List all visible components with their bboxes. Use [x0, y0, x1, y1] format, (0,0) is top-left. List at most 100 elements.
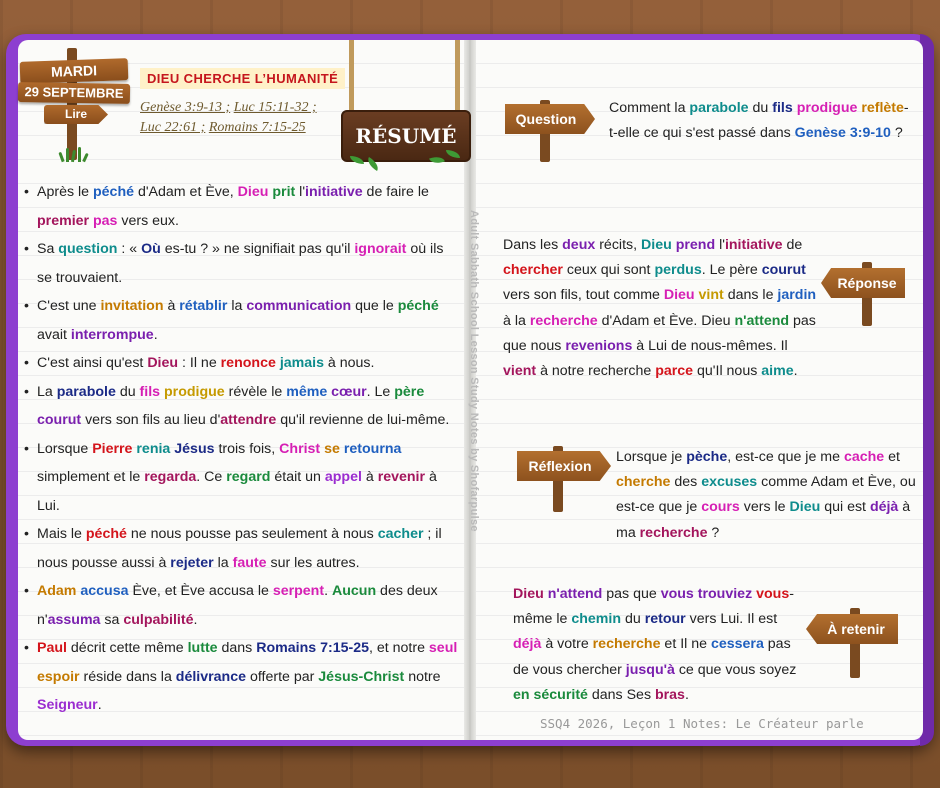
text-run: ? [707, 524, 720, 541]
answer-sign: Réponse [821, 268, 905, 298]
reference-link[interactable]: Luc 15:11-32 ; [234, 100, 317, 115]
highlighted-word: deux [562, 237, 596, 253]
highlighted-word: courut [37, 412, 82, 428]
highlighted-word: premier [37, 212, 90, 229]
text-run: vers le [739, 499, 790, 516]
highlighted-word: appel [324, 469, 362, 485]
day-label: MARDI [19, 58, 129, 84]
text-run: qui est [820, 499, 870, 516]
summary-bullet: Adam accusa Ève, et Ève accusa le serpen… [22, 577, 462, 634]
highlighted-word: culpabilité [123, 611, 194, 628]
text-run: . [324, 583, 332, 599]
highlighted-word: Où [141, 241, 161, 257]
text-run: . Le père [701, 262, 762, 279]
highlighted-word: interrompue [70, 326, 154, 343]
highlighted-word: communication [246, 298, 352, 314]
summary-bullet: C'est une invitation à rétablir la commu… [22, 292, 462, 349]
text-run: que le [351, 298, 398, 314]
text-run: Comment la [609, 100, 690, 116]
text-run: Sa [37, 241, 59, 257]
read-label: Lire [44, 105, 108, 124]
highlighted-word: vient [503, 363, 537, 380]
text-run: à la [503, 312, 530, 329]
summary-bullet: Lorsque Pierre renia Jésus trois fois, C… [22, 435, 462, 521]
text-run: et Il ne [660, 636, 711, 653]
highlighted-word: renia [136, 440, 171, 457]
text-run: à [361, 469, 378, 485]
text-run: à nous. [323, 355, 375, 371]
text-run: ceux qui sont [562, 262, 655, 279]
summary-bullet: Mais le péché ne nous pousse pas seuleme… [22, 520, 462, 577]
text-run: vers Lui. Il est [685, 611, 778, 628]
reference-link[interactable]: Genèse 3:9-13 ; [140, 100, 230, 115]
highlighted-word: fils [139, 383, 161, 400]
highlighted-word: recherche [529, 312, 598, 329]
text-run: sur les autres. [266, 554, 360, 571]
highlighted-word: retour [644, 611, 686, 628]
text-run: vers son fils au lieu d' [81, 412, 221, 428]
text-run: pas que [602, 586, 661, 602]
text-run: du [621, 611, 645, 628]
text-run: à Lui de nous-mêmes. Il [632, 337, 788, 354]
highlighted-word: Aucun [331, 583, 377, 599]
highlighted-word: attendre [220, 412, 277, 428]
highlighted-word: chercher [503, 262, 563, 279]
highlighted-word: Genèse 3:9-10 [794, 125, 891, 142]
text-run: et [884, 449, 900, 465]
highlighted-word: péché [397, 298, 439, 314]
highlighted-word: accusa [80, 583, 129, 599]
highlighted-word: cours [701, 499, 740, 516]
text-run: à [163, 298, 180, 314]
highlighted-word: renonce [220, 355, 276, 371]
text-run: dans [217, 640, 257, 656]
highlighted-word: pèche [686, 449, 728, 465]
text-run: était un [270, 469, 325, 485]
highlighted-word: péché [93, 184, 135, 200]
highlighted-word: délivrance [175, 668, 246, 685]
highlighted-word: recherche [639, 524, 708, 541]
text-run: . Le [366, 383, 395, 400]
text-run: l' [295, 184, 306, 200]
lesson-title: DIEU CHERCHE L’HUMANITÉ [140, 68, 346, 89]
highlighted-word: même [286, 383, 328, 400]
text-run: des [670, 474, 702, 491]
highlighted-word: Romains 7:15-25 [256, 640, 369, 656]
highlighted-word: prodigue [164, 383, 225, 400]
reflection-text: Lorsque je pèche, est-ce que je me cache… [616, 445, 916, 546]
text-run: ce que vous soyez [674, 661, 797, 678]
highlighted-word: courut [761, 262, 806, 279]
answer-text: Dans les deux récits, Dieu prend l'initi… [503, 233, 819, 384]
highlighted-word: sécurité [533, 686, 588, 703]
text-run: Ève, et Ève accusa le [128, 583, 273, 599]
highlighted-word: serpent [272, 583, 325, 599]
highlighted-word: cacher [377, 526, 424, 542]
highlighted-word: cherche [616, 474, 671, 491]
text-run: d'Adam et Ève. Dieu [597, 312, 735, 329]
highlighted-word: invitation [100, 298, 164, 314]
sign-rope [349, 40, 354, 112]
highlighted-word: question [58, 241, 118, 257]
reference-link[interactable]: Romains 7:15-25 [209, 120, 306, 135]
highlighted-word: parce [655, 363, 694, 380]
text-run: C'est une [37, 298, 101, 314]
highlighted-word: n'attend [547, 586, 603, 602]
date-label: 29 SEPTEMBRE [17, 82, 131, 104]
reference-link[interactable]: Luc 22:61 ; [140, 120, 205, 135]
highlighted-word: revenir [377, 469, 426, 485]
text-run: , et notre [368, 640, 429, 656]
highlighted-word: Dieu [513, 586, 544, 602]
highlighted-word: Dieu [789, 499, 821, 516]
text-run: vers eux. [117, 212, 179, 229]
text-run: . [193, 611, 198, 628]
highlighted-word: cache [843, 449, 885, 465]
highlighted-word: ignorait [354, 241, 407, 257]
text-run: Mais le [37, 526, 86, 542]
highlighted-word: chemin [571, 611, 622, 628]
highlighted-word: prodigue [796, 100, 858, 116]
highlighted-word: revenions [565, 337, 633, 354]
highlighted-word: n'attend [734, 312, 790, 329]
highlighted-word: seul [428, 640, 458, 656]
text-run: , est-ce que je me [727, 449, 844, 465]
text-run: es-tu ? » ne signifiait pas qu'il [160, 241, 355, 257]
highlighted-word: prit [272, 184, 296, 200]
